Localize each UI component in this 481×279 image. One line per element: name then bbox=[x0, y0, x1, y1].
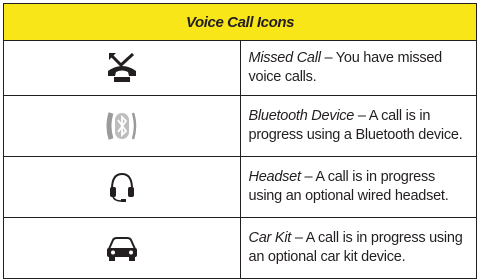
table-row: Bluetooth Device – A call is in progress… bbox=[3, 95, 477, 157]
row-description: Car Kit – A call is in progress using an… bbox=[239, 217, 477, 279]
car-kit-icon bbox=[3, 217, 241, 279]
row-description: Bluetooth Device – A call is in progress… bbox=[239, 95, 477, 157]
table-row: Car Kit – A call is in progress using an… bbox=[3, 217, 477, 279]
term-label: Missed Call bbox=[248, 50, 321, 66]
term-label: Headset bbox=[248, 169, 302, 185]
row-description: Headset – A call is in progress using an… bbox=[239, 156, 477, 218]
term-label: Car Kit bbox=[248, 230, 292, 246]
voice-call-icons-table: Voice Call Icons Missed Call – You have … bbox=[3, 3, 477, 279]
table-row: Missed Call – You have missed voice call… bbox=[3, 40, 477, 96]
row-description: Missed Call – You have missed voice call… bbox=[239, 40, 477, 96]
headset-icon bbox=[3, 156, 241, 218]
table-header: Voice Call Icons bbox=[3, 3, 477, 41]
missed-call-icon bbox=[3, 40, 241, 96]
bluetooth-device-icon bbox=[3, 95, 241, 157]
term-label: Bluetooth Device bbox=[248, 108, 355, 124]
table-header-row: Voice Call Icons bbox=[3, 3, 477, 41]
table-row: Headset – A call is in progress using an… bbox=[3, 156, 477, 218]
